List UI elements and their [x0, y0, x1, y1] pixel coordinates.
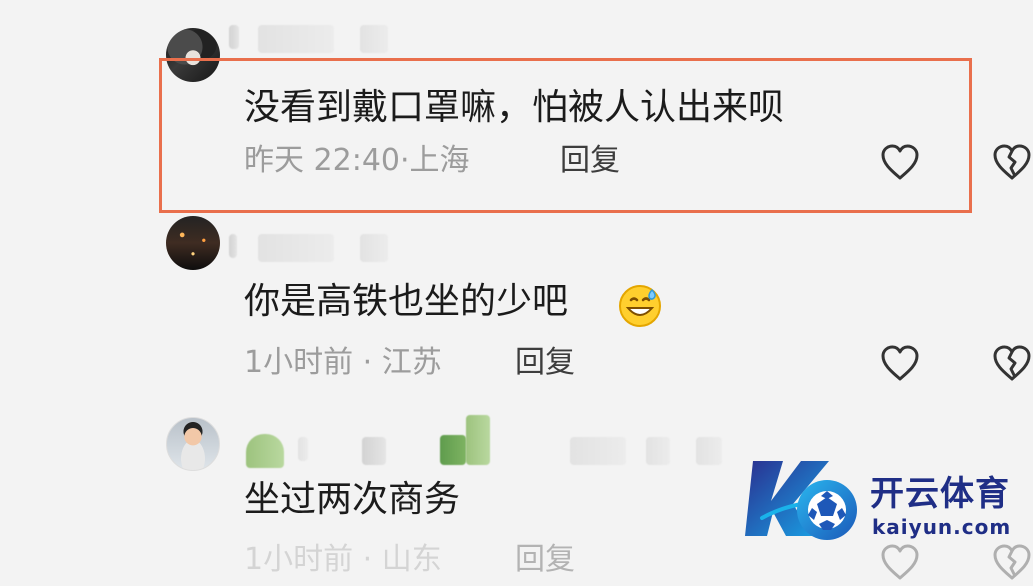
comment-location: 山东 [381, 542, 442, 577]
grinning-sweat-emoji-icon [616, 282, 664, 330]
kaiyun-logo-icon [745, 461, 857, 540]
username-redacted-block [229, 234, 237, 258]
comment-location: 上海 [409, 143, 470, 178]
comment-location: 江苏 [381, 345, 442, 380]
comment-time: 1小时前 [244, 542, 354, 577]
username-redacted-block [298, 437, 308, 461]
reply-button[interactable]: 回复 [515, 545, 575, 575]
username-redacted-block [360, 25, 388, 53]
username-redacted-block [362, 437, 386, 465]
username-redacted-block [246, 434, 284, 468]
watermark: 开云体育 kaiyun.com [745, 446, 1031, 553]
heart-outline-icon [881, 345, 919, 381]
comment-list: 没看到戴口罩嘛，怕被人认出来呗 昨天 22:40·上海 回复 你是高铁也坐的少吧 [0, 0, 1033, 580]
username-redacted-block [646, 437, 670, 465]
avatar[interactable] [166, 216, 220, 270]
like-button[interactable] [876, 138, 924, 186]
meta-separator: · [353, 542, 382, 577]
avatar[interactable] [166, 28, 220, 82]
username-redacted-block [360, 234, 388, 262]
meta-separator: · [400, 143, 410, 178]
username-redacted-block [229, 25, 239, 49]
comment-meta: 1小时前 · 山东 [244, 545, 442, 575]
comment-meta: 昨天 22:40·上海 [244, 146, 470, 176]
broken-heart-icon [993, 345, 1031, 381]
comment-text: 坐过两次商务 [244, 479, 461, 520]
username-redacted-block [440, 435, 466, 465]
comment-meta: 1小时前 · 江苏 [244, 348, 442, 378]
reply-button[interactable]: 回复 [515, 348, 575, 378]
watermark-domain: kaiyun.com [872, 515, 1012, 539]
username-redacted-block [258, 25, 334, 53]
watermark-brand-name: 开云体育 [870, 474, 1010, 514]
comment-time: 昨天 22:40 [244, 143, 400, 178]
username-redacted-block [570, 437, 626, 465]
comment-item-1: 没看到戴口罩嘛，怕被人认出来呗 昨天 22:40·上海 回复 [0, 0, 1033, 210]
username-redacted-block [466, 415, 490, 465]
dislike-button[interactable] [988, 138, 1033, 186]
username-redacted-block [696, 437, 722, 465]
comment-text: 你是高铁也坐的少吧 [244, 281, 569, 322]
broken-heart-icon [993, 144, 1031, 180]
avatar[interactable] [166, 417, 220, 471]
heart-outline-icon [881, 144, 919, 180]
dislike-button[interactable] [988, 339, 1033, 387]
username-redacted-block [258, 234, 334, 262]
reply-button[interactable]: 回复 [560, 146, 620, 176]
comment-time: 1小时前 [244, 345, 354, 380]
meta-separator: · [353, 345, 382, 380]
comment-item-2: 你是高铁也坐的少吧 1小时前 · 江苏 回复 [0, 210, 1033, 410]
comment-text: 没看到戴口罩嘛，怕被人认出来呗 [244, 87, 785, 128]
like-button[interactable] [876, 339, 924, 387]
